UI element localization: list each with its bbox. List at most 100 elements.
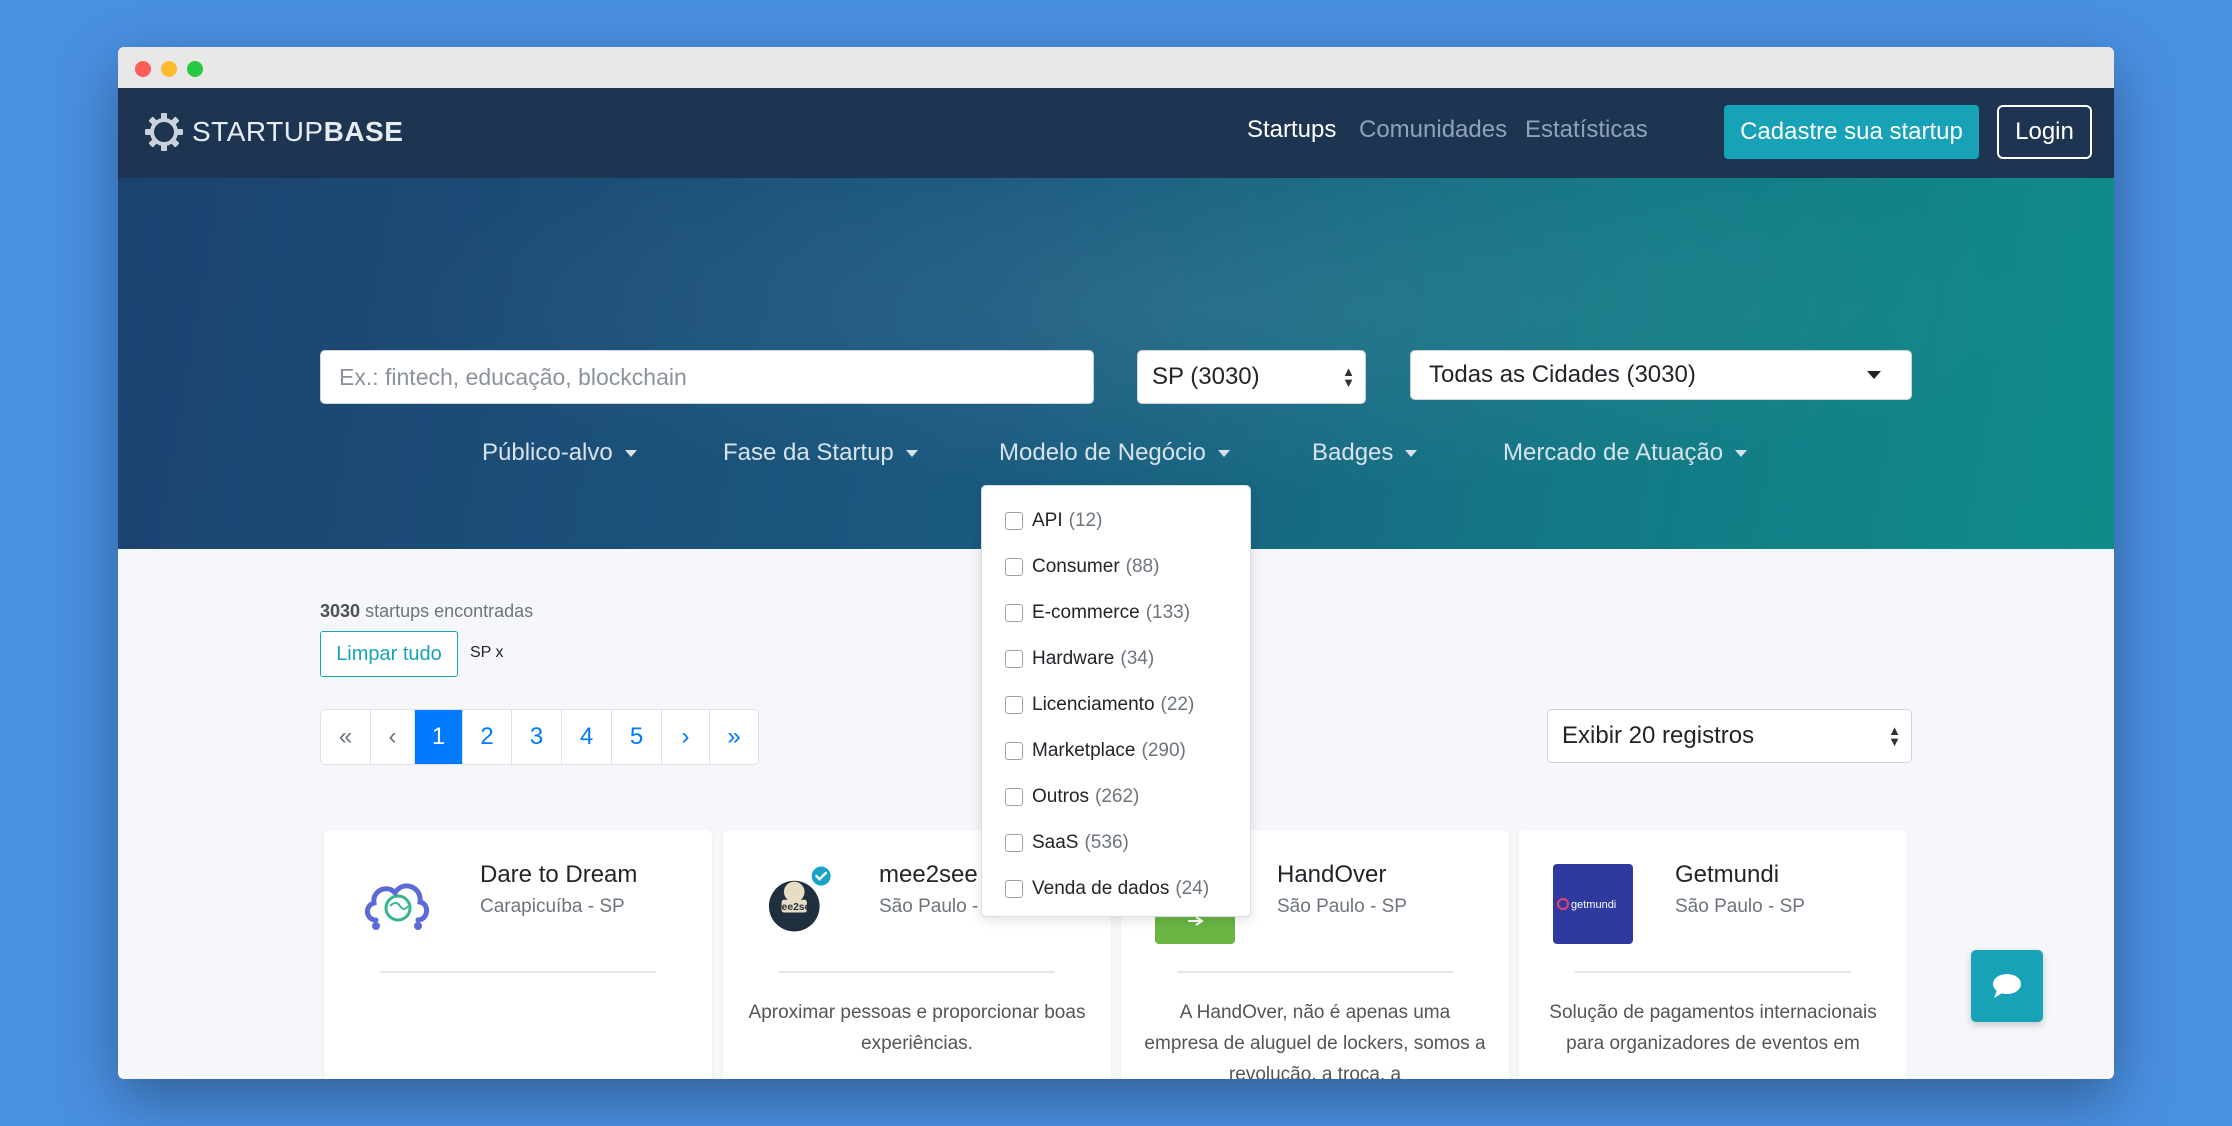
logo-suffix: BASE: [323, 116, 404, 147]
startup-name[interactable]: Dare to Dream: [480, 861, 637, 889]
filter-label: Modelo de Negócio: [999, 439, 1206, 466]
option-count: (290): [1141, 740, 1186, 761]
state-select[interactable]: SP (3030) ▲ ▼: [1137, 350, 1366, 404]
filter-fase-da-startup[interactable]: Fase da Startup: [723, 439, 918, 467]
startup-name[interactable]: mee2see: [879, 861, 978, 889]
filter-label: Mercado de Atuação: [1503, 439, 1724, 466]
page-next[interactable]: ›: [662, 710, 710, 764]
results-number: 3030: [320, 601, 361, 621]
gear-logo-icon: [145, 113, 183, 151]
cloud-globe-icon: [365, 883, 429, 930]
business-model-dropdown: API (12) Consumer (88) E-commerce (133) Har…: [981, 485, 1251, 917]
dropdown-option-api[interactable]: API (12): [1005, 506, 1102, 536]
card-divider: [1575, 971, 1851, 973]
city-select[interactable]: Todas as Cidades (3030): [1410, 350, 1912, 400]
page-1[interactable]: 1: [415, 710, 463, 764]
select-arrows-icon: ▲ ▼: [1342, 364, 1355, 390]
startupbase-logo[interactable]: STARTUPBASE: [144, 112, 403, 152]
filter-badges[interactable]: Badges: [1312, 439, 1418, 467]
nav-link-comunidades[interactable]: Comunidades: [1359, 116, 1507, 144]
filter-modelo-de-negocio[interactable]: Modelo de Negócio: [999, 439, 1230, 467]
checkbox[interactable]: [1005, 788, 1023, 806]
card-divider: [380, 971, 656, 973]
dropdown-option-saas[interactable]: SaaS (536): [1005, 828, 1129, 858]
results-suffix: startups encontradas: [365, 601, 534, 621]
dropdown-option-outros[interactable]: Outros (262): [1005, 782, 1139, 812]
maximize-window-button[interactable]: [187, 61, 203, 77]
option-count: (88): [1125, 556, 1160, 577]
nav-link-estatisticas[interactable]: Estatísticas: [1525, 116, 1648, 144]
startup-logo: [358, 864, 438, 944]
checkbox[interactable]: [1005, 650, 1023, 668]
chat-button[interactable]: [1971, 950, 2043, 1022]
login-button[interactable]: Login: [1997, 105, 2092, 159]
option-count: (24): [1175, 878, 1210, 899]
startup-card[interactable]: getmundi Getmundi São Paulo - SP Solução…: [1519, 830, 1907, 1079]
dropdown-option-consumer[interactable]: Consumer (88): [1005, 552, 1159, 582]
minimize-window-button[interactable]: [161, 61, 177, 77]
getmundi-logo-icon: getmundi: [1557, 898, 1616, 911]
page-last[interactable]: »: [710, 710, 758, 764]
startup-name[interactable]: Getmundi: [1675, 861, 1779, 889]
filter-label: Público-alvo: [482, 439, 613, 466]
page-3[interactable]: 3: [512, 710, 562, 764]
top-navbar: STARTUPBASE Startups Comunidades Estatís…: [118, 88, 2114, 178]
filter-label: Fase da Startup: [723, 439, 894, 466]
startup-location: São Paulo - SP: [1277, 896, 1407, 917]
option-count: (34): [1120, 648, 1155, 669]
page-first[interactable]: «: [321, 710, 371, 764]
select-arrows-icon: ▲ ▼: [1888, 723, 1901, 749]
checkbox[interactable]: [1005, 604, 1023, 622]
option-label: Consumer: [1032, 556, 1120, 577]
search-input[interactable]: [320, 350, 1094, 404]
close-window-button[interactable]: [135, 61, 151, 77]
checkbox[interactable]: [1005, 742, 1023, 760]
results-count: 3030 startups encontradas: [320, 601, 533, 622]
filter-mercado-de-atuacao[interactable]: Mercado de Atuação: [1503, 439, 1748, 467]
checkbox[interactable]: [1005, 558, 1023, 576]
page-5[interactable]: 5: [612, 710, 662, 764]
title-bar: [118, 47, 2114, 89]
startup-name[interactable]: HandOver: [1277, 861, 1386, 889]
page-2[interactable]: 2: [463, 710, 512, 764]
nav-link-startups[interactable]: Startups: [1247, 116, 1336, 144]
clear-filters-button[interactable]: Limpar tudo: [320, 631, 458, 677]
dropdown-option-venda-de-dados[interactable]: Venda de dados (24): [1005, 874, 1209, 904]
mee2see-logo-text: mee2see: [773, 902, 817, 913]
dropdown-option-hardware[interactable]: Hardware (34): [1005, 644, 1154, 674]
startup-location: Carapicuíba - SP: [480, 896, 625, 917]
option-label: Outros: [1032, 786, 1090, 807]
checkbox[interactable]: [1005, 512, 1023, 530]
checkbox[interactable]: [1005, 834, 1023, 852]
dropdown-option-marketplace[interactable]: Marketplace (290): [1005, 736, 1186, 766]
startup-card[interactable]: Dare to Dream Carapicuíba - SP: [324, 830, 712, 1079]
chat-bubble-icon: [1993, 974, 2021, 998]
option-label: API: [1032, 510, 1063, 531]
option-label: E-commerce: [1032, 602, 1140, 623]
option-label: SaaS: [1032, 832, 1079, 853]
getmundi-logo-text: getmundi: [1571, 899, 1616, 911]
city-select-value: Todas as Cidades (3030): [1429, 361, 1696, 388]
startup-logo: getmundi: [1553, 864, 1633, 944]
page-4[interactable]: 4: [562, 710, 612, 764]
checkbox[interactable]: [1005, 880, 1023, 898]
active-filter-tag[interactable]: SP x: [470, 644, 504, 662]
option-count: (22): [1160, 694, 1195, 715]
pagination: « ‹ 1 2 3 4 5 › »: [320, 709, 759, 765]
startup-description: Aproximar pessoas e proporcionar boas ex…: [748, 1002, 1086, 1054]
checkbox[interactable]: [1005, 696, 1023, 714]
option-count: (262): [1095, 786, 1140, 807]
option-label: Hardware: [1032, 648, 1115, 669]
caret-down-icon: [1217, 449, 1230, 457]
browser-window: STARTUPBASE Startups Comunidades Estatís…: [118, 47, 2114, 1079]
option-label: Venda de dados: [1032, 878, 1170, 899]
register-startup-button[interactable]: Cadastre sua startup: [1724, 105, 1979, 159]
card-divider: [779, 971, 1055, 973]
filter-publico-alvo[interactable]: Público-alvo: [482, 439, 637, 467]
records-per-page-select[interactable]: Exibir 20 registros ▲ ▼: [1547, 709, 1912, 763]
dropdown-option-licenciamento[interactable]: Licenciamento (22): [1005, 690, 1194, 720]
page-prev[interactable]: ‹: [371, 710, 415, 764]
option-count: (536): [1084, 832, 1129, 853]
dropdown-option-e-commerce[interactable]: E-commerce (133): [1005, 598, 1190, 628]
logo-text: STARTUPBASE: [192, 116, 403, 148]
